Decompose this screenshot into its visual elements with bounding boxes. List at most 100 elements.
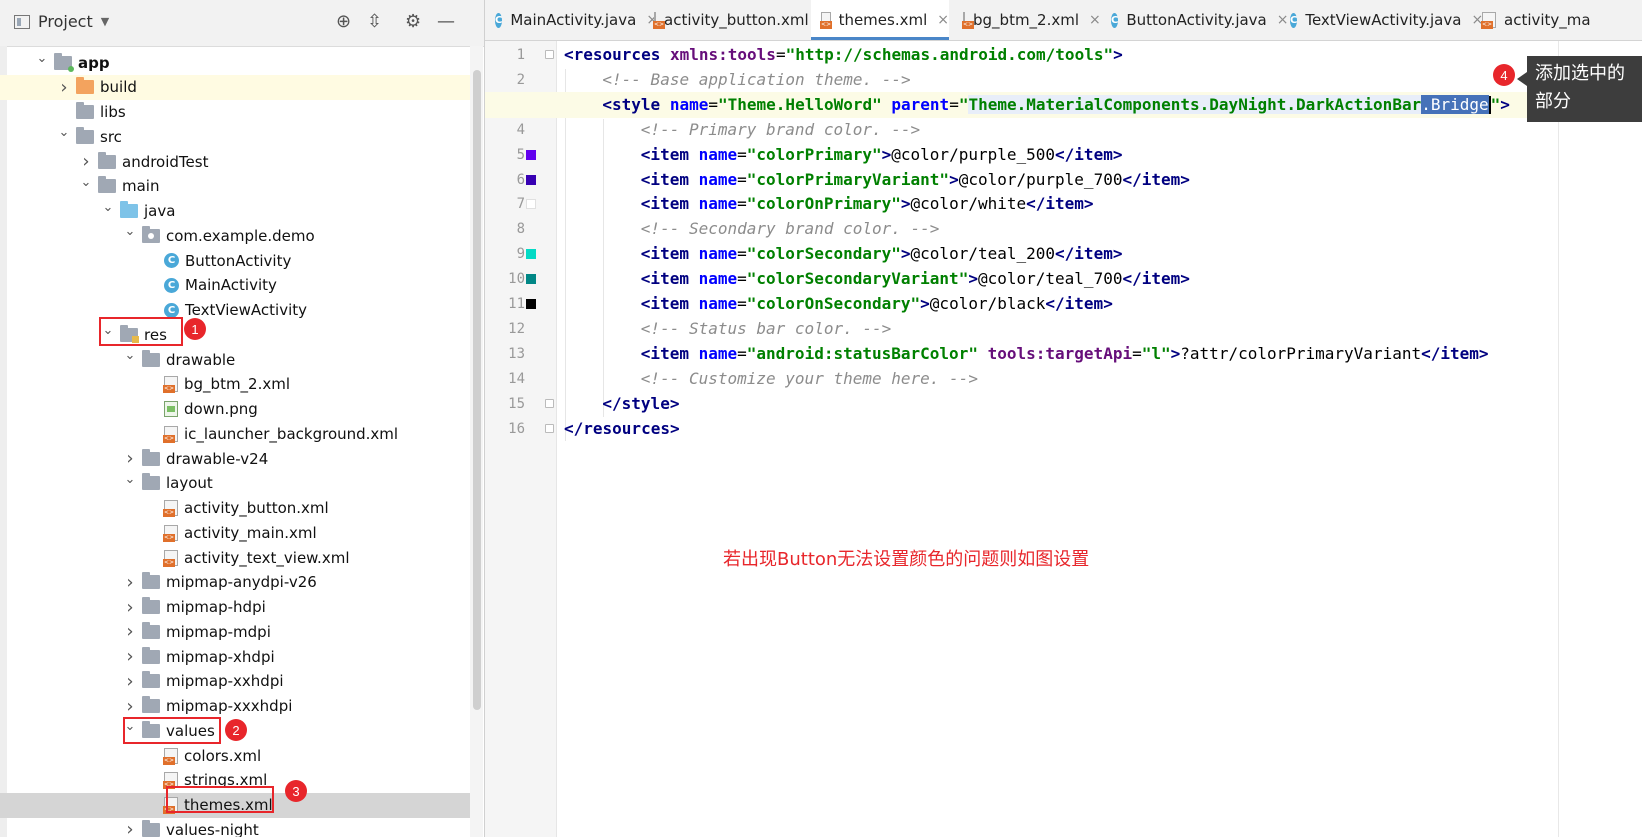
code-line[interactable]: <!-- Secondary brand color. --> [564, 216, 940, 242]
tree-item-layout[interactable]: ⌄ layout [0, 471, 470, 496]
close-icon[interactable]: × [937, 12, 949, 28]
color-swatch-icon[interactable] [526, 249, 536, 260]
chevron-down-icon[interactable]: ⌄ [124, 472, 136, 487]
code-line[interactable]: <item name="colorSecondaryVariant">@colo… [564, 266, 1190, 292]
code-token: <!-- Base application theme. --> [602, 69, 911, 89]
color-swatch-icon[interactable] [526, 149, 536, 160]
chevron-down-icon[interactable]: ⌄ [58, 125, 70, 140]
code-line[interactable]: <item name="colorOnSecondary">@color/bla… [564, 291, 1113, 317]
tree-item-drawable[interactable]: ⌄ drawable [0, 347, 470, 372]
collapse-icon[interactable]: ⇳ [367, 12, 382, 32]
tree-item-java[interactable]: ⌄ java [0, 199, 470, 224]
tree-item-mipmap-anydpi-v26[interactable]: › mipmap-anydpi-v26 [0, 570, 470, 595]
chevron-right-icon[interactable]: › [124, 671, 136, 692]
code-line-content: <item name="colorSecondaryVariant">@colo… [641, 269, 1190, 288]
chevron-right-icon[interactable]: › [58, 77, 70, 98]
code-line[interactable]: <style name="Theme.HelloWord" parent="Th… [485, 91, 1535, 118]
code-line[interactable]: <item name="android:statusBarColor" tool… [564, 341, 1489, 367]
tree-item-label: mipmap-mdpi [166, 622, 271, 641]
tree-scrollbar-thumb[interactable] [473, 70, 481, 710]
code-line[interactable]: <!-- Status bar color. --> [564, 316, 891, 342]
chevron-right-icon[interactable]: › [124, 572, 136, 593]
tab-buttonactivity-java[interactable]: C ButtonActivity.java × [1101, 0, 1288, 40]
code-line[interactable]: </resources> [564, 416, 680, 442]
code-editor[interactable]: 12345678910111213141516 <resources xmlns… [485, 41, 1642, 837]
gear-icon[interactable]: ⚙ [405, 12, 421, 32]
folder-icon [142, 473, 160, 491]
color-swatch-icon[interactable] [526, 274, 536, 285]
tab-activity-button-xml[interactable]: activity_button.xml× [644, 0, 830, 40]
chevron-right-icon[interactable]: › [80, 151, 92, 172]
code-line[interactable]: <item name="colorSecondary">@color/teal_… [564, 241, 1123, 267]
code-token: "colorPrimaryVariant" [746, 169, 950, 189]
tree-item-androidtest[interactable]: › androidTest [0, 149, 470, 174]
tab-textviewactivity-java[interactable]: C TextViewActivity.java × [1280, 0, 1483, 40]
code-line[interactable]: <item name="colorOnPrimary">@color/white… [564, 191, 1094, 217]
tree-item-down-png[interactable]: down.png [0, 397, 470, 422]
color-swatch-icon[interactable] [526, 299, 536, 309]
chevron-right-icon[interactable]: › [124, 819, 136, 837]
chevron-right-icon[interactable]: › [124, 448, 136, 469]
tree-item-ic-launcher-background-xml[interactable]: ic_launcher_background.xml [0, 421, 470, 446]
tree-item-libs[interactable]: libs [0, 100, 470, 125]
project-view-selector[interactable]: Project ▼ [14, 12, 109, 31]
tree-item-mainactivity[interactable]: C MainActivity [0, 273, 470, 298]
chevron-down-icon[interactable]: ⌄ [36, 51, 48, 66]
code-token: "colorOnSecondary" [746, 294, 921, 313]
tree-item-mipmap-xhdpi[interactable]: › mipmap-xhdpi [0, 644, 470, 669]
chevron-right-icon[interactable]: › [124, 621, 136, 642]
chevron-right-icon[interactable]: › [124, 696, 136, 717]
chevron-down-icon[interactable]: ⌄ [124, 348, 136, 363]
tab-mainactivity-java[interactable]: C MainActivity.java × [485, 0, 658, 40]
line-number: 2 [516, 71, 525, 88]
tree-item-app[interactable]: ⌄ app [0, 50, 470, 75]
code-token: ?attr/colorPrimaryVariant [1180, 343, 1422, 363]
color-swatch-icon[interactable] [526, 174, 536, 185]
tree-item-activity-text-view-xml[interactable]: activity_text_view.xml [0, 545, 470, 570]
tree-item-colors-xml[interactable]: colors.xml [0, 743, 470, 768]
chevron-down-icon[interactable]: ⌄ [124, 224, 136, 239]
target-icon[interactable]: ⊕ [336, 12, 351, 32]
code-token: @color/teal_700 [977, 269, 1123, 289]
step-badge-2: 2 [225, 719, 247, 741]
close-icon[interactable]: × [1089, 12, 1101, 28]
tree-item-bg-btm-2-xml[interactable]: bg_btm_2.xml [0, 372, 470, 397]
code-line[interactable]: <item name="colorPrimary">@color/purple_… [564, 142, 1123, 168]
code-line[interactable]: <!-- Customize your theme here. --> [564, 366, 978, 392]
tree-item-buttonactivity[interactable]: C ButtonActivity [0, 248, 470, 273]
code-line[interactable]: <resources xmlns:tools="http://schemas.a… [564, 42, 1123, 68]
tree-item-mipmap-xxhdpi[interactable]: › mipmap-xxhdpi [0, 669, 470, 694]
tree-item-activity-main-xml[interactable]: activity_main.xml [0, 520, 470, 545]
tree-item-src[interactable]: ⌄ src [0, 124, 470, 149]
chevron-right-icon[interactable]: › [124, 597, 136, 618]
code-line[interactable]: <item name="colorPrimaryVariant">@color/… [564, 167, 1190, 193]
code-line[interactable]: </style> [564, 391, 679, 417]
tree-item-main[interactable]: ⌄ main [0, 174, 470, 199]
code-token: > [968, 269, 978, 289]
fold-marker-icon[interactable] [545, 398, 554, 408]
tab-label: bg_btm_2.xml [973, 11, 1080, 29]
tree-item-res[interactable]: ⌄ res [0, 322, 470, 347]
fold-marker-icon[interactable] [545, 423, 554, 433]
color-swatch-icon[interactable] [526, 199, 536, 210]
chevron-down-icon[interactable]: ⌄ [102, 200, 114, 215]
tab-activity-ma[interactable]: activity_ma [1472, 0, 1642, 40]
tab-bg-btm-2-xml[interactable]: bg_btm_2.xml × [953, 0, 1101, 40]
tree-item-mipmap-hdpi[interactable]: › mipmap-hdpi [0, 595, 470, 620]
tree-item-drawable-v24[interactable]: › drawable-v24 [0, 446, 470, 471]
tree-item-build[interactable]: › build [0, 74, 470, 100]
chevron-down-icon[interactable]: ⌄ [80, 175, 92, 190]
tree-item-activity-button-xml[interactable]: activity_button.xml [0, 496, 470, 521]
tree-item-values-night[interactable]: › values-night [0, 817, 470, 837]
tree-item-label: mipmap-xxhdpi [166, 672, 284, 691]
code-line[interactable]: <!-- Base application theme. --> [564, 67, 911, 93]
minimize-icon[interactable]: — [437, 12, 455, 32]
code-line[interactable]: <!-- Primary brand color. --> [564, 117, 920, 143]
tree-item-textviewactivity[interactable]: C TextViewActivity [0, 298, 470, 323]
tree-item-mipmap-xxxhdpi[interactable]: › mipmap-xxxhdpi [0, 694, 470, 719]
tab-themes-xml[interactable]: themes.xml × [811, 0, 949, 40]
tree-item-com-example-demo[interactable]: ⌄ com.example.demo [0, 223, 470, 248]
tree-item-mipmap-mdpi[interactable]: › mipmap-mdpi [0, 619, 470, 644]
fold-marker-icon[interactable] [545, 50, 554, 59]
chevron-right-icon[interactable]: › [124, 646, 136, 667]
